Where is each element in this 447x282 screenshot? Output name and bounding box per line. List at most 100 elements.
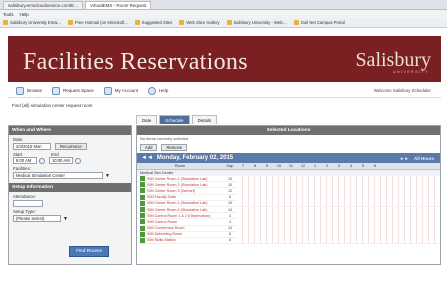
favorite-link-6[interactable]: Gull Net Campus Portal xyxy=(293,20,345,25)
setup-type-label: Setup Type: xyxy=(13,209,36,214)
add-room-icon[interactable] xyxy=(140,213,145,219)
room-timeline[interactable] xyxy=(237,200,440,207)
favorite-icon xyxy=(67,20,73,25)
magnifier-icon xyxy=(16,86,24,95)
add-room-icon[interactable] xyxy=(140,219,145,225)
favorite-link-4[interactable]: Web Slice Gallery xyxy=(179,20,220,25)
favorite-link-3[interactable]: Suggested Sites xyxy=(134,20,172,25)
room-name[interactable]: SIM Center Room 1 (Simulation Lab) xyxy=(147,177,223,181)
calendar-icon xyxy=(52,86,61,95)
hour-header: 9 xyxy=(265,164,269,168)
facilities-label: Facilities: xyxy=(13,166,31,171)
favorite-link-5[interactable]: Salisbury University - Welc... xyxy=(226,20,287,25)
room-name[interactable]: SIM Control Room xyxy=(147,220,223,224)
start-time-input[interactable]: 8:00 AM xyxy=(13,157,37,164)
room-timeline[interactable] xyxy=(237,231,440,238)
university-logo-sub: UNIVERSITY xyxy=(392,70,429,74)
browser-tab-2[interactable]: VirtualEMS - Room Request xyxy=(84,0,152,9)
attendance-label: Attendance: xyxy=(13,194,36,199)
add-room-icon[interactable] xyxy=(140,188,145,194)
add-room-icon[interactable] xyxy=(140,194,145,200)
room-capacity: 4 xyxy=(228,213,232,218)
date-label: Date: xyxy=(13,137,24,142)
room-timeline[interactable] xyxy=(237,218,440,225)
tab-details[interactable]: Details xyxy=(191,115,218,124)
request-space-button[interactable]: Request Space xyxy=(52,86,94,95)
menu-help[interactable]: Help xyxy=(20,12,29,17)
add-room-icon[interactable] xyxy=(140,231,145,237)
favorite-icon xyxy=(134,20,140,25)
add-room-icon[interactable] xyxy=(140,176,145,182)
date-input[interactable]: 2/3/2015 Mon xyxy=(13,143,51,150)
room-row[interactable]: SIM Skills Station 6 xyxy=(137,237,440,245)
all-hours-link[interactable]: ►► All Hours xyxy=(400,156,434,161)
hour-header: 7 xyxy=(241,164,245,168)
room-name[interactable]: SIM Center Room 5 (Simulation Lab) xyxy=(147,208,223,212)
tab-date[interactable]: Date xyxy=(136,115,158,124)
next-day-button[interactable]: ►► xyxy=(400,156,409,161)
hour-header: 3 xyxy=(337,164,341,168)
favorite-link-1[interactable]: Salisbury University Emai... xyxy=(3,20,61,25)
previous-day-button[interactable]: ◄◄ xyxy=(141,155,153,161)
room-name[interactable]: SIM Debriefing Room xyxy=(147,232,223,236)
add-room-icon[interactable] xyxy=(140,200,145,206)
room-timeline[interactable] xyxy=(237,225,440,232)
browser-tab-bar: salisbury.emscloudservice.com/E... Virtu… xyxy=(0,0,447,10)
browse-button[interactable]: Browse xyxy=(16,86,42,95)
site-header: Facilities Reservations Salisbury UNIVER… xyxy=(8,36,441,82)
end-time-input[interactable]: 10:00 AM xyxy=(49,157,73,164)
room-capacity: 8 xyxy=(228,232,232,237)
hour-header: 10 xyxy=(276,164,282,168)
setup-type-select[interactable]: (Please Select) xyxy=(13,215,61,222)
clock-icon[interactable] xyxy=(39,157,45,164)
room-name[interactable]: SIM Skills Station xyxy=(147,238,223,242)
room-name[interactable]: SIM Center Room 4 (Simulation Lab) xyxy=(147,201,223,205)
hour-header: 12 xyxy=(300,164,306,168)
room-timeline[interactable] xyxy=(237,187,440,194)
room-timeline[interactable] xyxy=(237,194,440,201)
help-icon xyxy=(148,86,157,95)
room-timeline[interactable] xyxy=(237,212,440,219)
room-name[interactable]: SIM Center Room 3 (Debrief) xyxy=(147,189,223,193)
add-room-icon[interactable] xyxy=(140,207,145,213)
room-name[interactable]: SIM Conference Room xyxy=(147,226,223,230)
room-timeline[interactable] xyxy=(237,181,440,188)
tab-schedule[interactable]: Schedule xyxy=(159,115,190,124)
view-tabs: Date Schedule Details xyxy=(136,115,219,124)
favorite-link-2[interactable]: Free Hotmail (on Microsoft... xyxy=(67,20,128,25)
schedule-grid-header: Room Cap 7 8 9 10 11 12 1 2 3 4 5 6 xyxy=(137,163,440,170)
room-timeline[interactable] xyxy=(237,237,440,244)
facilities-select[interactable]: Medical Simulation Center xyxy=(13,172,103,179)
room-timeline[interactable] xyxy=(237,206,440,213)
chevron-down-icon[interactable]: ▼ xyxy=(63,216,68,222)
my-account-button[interactable]: My Account xyxy=(103,86,138,95)
remove-button[interactable]: Remove xyxy=(161,144,188,151)
recurrence-button[interactable]: Recurrence xyxy=(55,143,87,150)
chevron-down-icon[interactable]: ▼ xyxy=(105,173,110,179)
room-name[interactable]: SIM Center Room 2 (Simulation Lab) xyxy=(147,183,223,187)
room-capacity: 10 xyxy=(227,201,233,206)
room-timeline[interactable] xyxy=(237,175,440,182)
menu-tools[interactable]: Tools xyxy=(3,12,14,17)
browser-tab-1[interactable]: salisbury.emscloudservice.com/E... xyxy=(3,0,83,9)
hour-header: 1 xyxy=(313,164,317,168)
favorite-icon xyxy=(179,20,185,25)
hour-header: 5 xyxy=(361,164,365,168)
breadcrumb: Find (all) simulation center request roo… xyxy=(12,102,93,108)
room-capacity: 6 xyxy=(228,195,232,200)
clock-icon[interactable] xyxy=(75,157,81,164)
hour-header: 8 xyxy=(253,164,257,168)
schedule-date-bar: ◄◄ Monday, February 02, 2015 ►► All Hour… xyxy=(137,153,440,163)
room-capacity: 12 xyxy=(227,188,233,193)
add-button[interactable]: Add xyxy=(140,144,158,151)
add-room-icon[interactable] xyxy=(140,237,145,243)
find-rooms-button[interactable]: Find Rooms xyxy=(69,246,109,257)
attendance-input[interactable] xyxy=(13,200,43,207)
add-room-icon[interactable] xyxy=(140,182,145,188)
help-button[interactable]: Help xyxy=(148,86,168,95)
hour-header: 2 xyxy=(325,164,329,168)
add-room-icon[interactable] xyxy=(140,225,145,231)
room-name[interactable]: SIM Control Room 1 & 2 (Observation) xyxy=(147,214,223,218)
room-name[interactable]: SIM Faculty Suite xyxy=(147,195,223,199)
university-logo[interactable]: Salisbury xyxy=(355,49,431,72)
